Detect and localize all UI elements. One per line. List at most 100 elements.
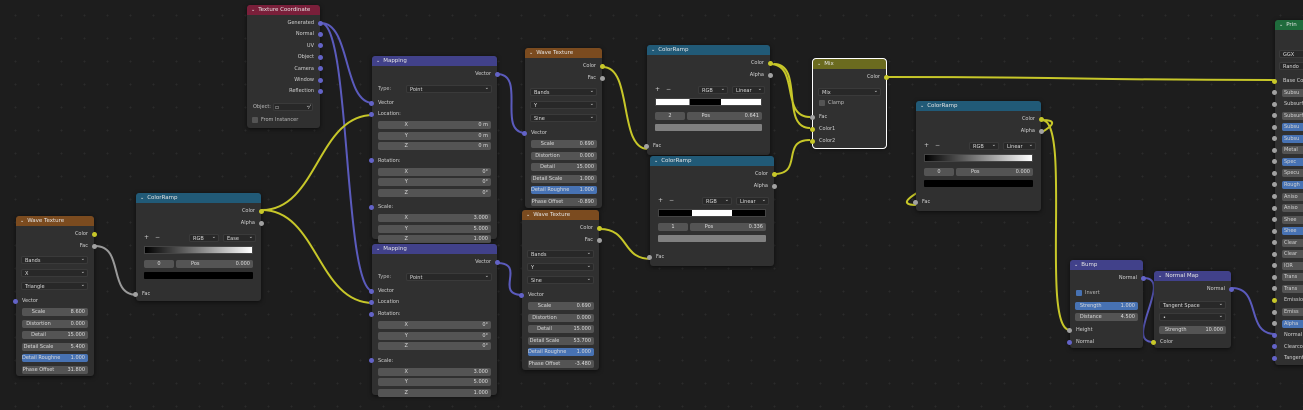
node-header[interactable]: ⌄ Wave Texture [16,216,94,226]
field-phase-offset[interactable]: Phase Offset 31.800 [22,366,88,374]
node-link[interactable] [773,63,811,129]
color-ramp-node[interactable]: ⌄ColorRamp Color Alpha +− RGB Linear 2 Pos 0.64… [644,45,773,155]
interpolation-dropdown[interactable]: Ease [223,234,256,242]
node-header[interactable]: ⌄ Wave Texture [522,210,599,220]
input-socket[interactable] [369,311,374,317]
field-detail[interactable]: Detail 15.000 [22,331,88,340]
bsdf-input-field[interactable]: Emiss [1282,308,1303,316]
rotation-x-field[interactable]: X 0° [378,167,491,176]
input-socket[interactable] [1067,327,1072,333]
stop-position-field[interactable]: Pos 0.641 [687,112,762,120]
collapse-chevron-icon[interactable]: ⌄ [1158,271,1162,281]
bsdf-input-field[interactable]: Subsurf [1282,100,1303,108]
bsdf-input-field[interactable]: Subsurfa [1282,111,1303,120]
add-stop-button[interactable]: + [655,86,660,93]
input-socket[interactable] [1272,205,1277,211]
output-socket[interactable] [318,31,323,37]
interpolation-dropdown[interactable]: Linear [732,86,765,94]
output-socket[interactable] [318,54,323,60]
strength-field[interactable]: Strength 1.000 [1075,302,1138,310]
input-socket[interactable] [1272,344,1277,350]
stop-index-field[interactable]: 0 [144,260,174,268]
type-dropdown[interactable]: Point [406,273,492,281]
output-socket[interactable] [772,171,777,177]
input-socket[interactable] [1272,182,1277,188]
direction-dropdown[interactable]: Y [530,101,597,109]
node-link[interactable] [94,245,138,296]
input-socket[interactable] [810,138,815,144]
bsdf-input-field[interactable]: Tangent [1282,354,1303,362]
rotation-y-field[interactable]: Y 0° [378,331,491,340]
input-socket[interactable] [369,158,374,163]
collapse-chevron-icon[interactable]: ⌄ [1279,20,1283,30]
bump-node[interactable]: ⌄ Bump Normal Invert Strength 1.000 Distan… [1067,260,1146,348]
input-socket[interactable] [1272,263,1277,269]
field-detail-roughne[interactable]: Detail Roughne 1.000 [22,354,88,363]
output-socket[interactable] [768,72,773,78]
remove-stop-button[interactable]: − [935,142,940,149]
input-socket[interactable] [369,288,374,294]
input-socket[interactable] [1272,78,1277,84]
output-socket[interactable] [92,231,97,237]
interpolation-dropdown[interactable]: Linear [1003,142,1036,150]
bsdf-input-field[interactable]: Shee [1282,215,1303,224]
mix-node[interactable]: ⌄Mix Color Mix Clamp Fac Color1 Color2 [810,58,889,149]
normal-map-node[interactable]: ⌄Normal Map Normal Tangent Space • Stren… [1151,271,1234,348]
stop-index-field[interactable]: 2 [655,112,685,120]
input-socket[interactable] [519,292,524,298]
field-detail-scale[interactable]: Detail Scale 5.400 [22,342,88,351]
collapse-chevron-icon[interactable]: ⌄ [140,193,144,203]
stop-color-swatch[interactable] [144,272,253,279]
wave-texture-node[interactable]: ⌄Wave Texture Color Fac Bands Y Sine Vector Sc… [519,210,602,370]
output-socket[interactable] [92,243,97,249]
bsdf-input-field[interactable]: Subsu [1282,123,1303,132]
color-mode-dropdown[interactable]: RGB [702,197,732,205]
color-ramp-node[interactable]: ⌄ColorRamp Color Alpha +− RGB Ease 0 Pos 0.000 F… [133,193,264,301]
field-phase-offset[interactable]: Phase Offset -3.480 [528,360,594,368]
remove-stop-button[interactable]: − [669,197,674,204]
input-socket[interactable] [1272,286,1277,292]
collapse-chevron-icon[interactable]: ⌄ [920,101,924,111]
field-scale[interactable]: Scale 0.690 [528,302,594,310]
clamp-checkbox[interactable] [819,100,825,106]
input-socket[interactable] [1272,355,1277,361]
bsdf-input-field[interactable]: Trans [1282,284,1303,293]
bsdf-input-field[interactable]: Clear [1282,238,1303,247]
distribution-dropdown[interactable]: GGX [1279,50,1303,58]
color-mode-dropdown[interactable]: RGB [969,142,999,150]
node-link[interactable] [769,63,811,118]
remove-stop-button[interactable]: − [155,234,160,241]
color-ramp-gradient[interactable] [658,209,766,217]
interpolation-dropdown[interactable]: Linear [736,197,769,205]
output-socket[interactable] [1229,286,1234,292]
input-socket[interactable] [1272,147,1277,153]
bsdf-input-field[interactable]: Emissio [1282,296,1303,304]
output-socket[interactable] [259,220,264,226]
output-socket[interactable] [597,225,602,231]
input-socket[interactable] [1272,297,1277,303]
input-socket[interactable] [522,130,527,136]
input-socket[interactable] [1272,136,1277,142]
bsdf-input-field[interactable]: Clearco [1282,343,1303,351]
input-socket[interactable] [1272,170,1277,176]
bsdf-input-field[interactable]: Base Co [1281,77,1303,85]
field-scale[interactable]: Scale 0.690 [531,140,597,148]
scale-x-field[interactable]: X 3.000 [378,214,491,222]
node-header[interactable]: ⌄ ColorRamp [647,45,770,55]
from-instancer-checkbox[interactable] [252,117,258,123]
type-dropdown[interactable]: Bands [21,256,88,264]
add-stop-button[interactable]: + [144,234,149,241]
bsdf-input-field[interactable]: Subsu [1282,134,1303,143]
collapse-chevron-icon[interactable]: ⌄ [651,45,655,55]
bsdf-input-field[interactable]: Aniso [1282,192,1303,201]
field-detail-roughne[interactable]: Detail Roughne 1.000 [531,186,597,195]
field-detail[interactable]: Detail 15.000 [528,325,594,334]
input-socket[interactable] [369,299,374,305]
direction-dropdown[interactable]: X [21,269,88,277]
field-detail-scale[interactable]: Detail Scale 53.700 [528,336,594,345]
output-socket[interactable] [600,63,605,69]
scale-y-field[interactable]: Y 5.000 [378,224,491,233]
location-y-field[interactable]: Y 0 m [378,131,491,140]
blend-type-dropdown[interactable]: Mix [818,88,881,96]
bsdf-input-field[interactable]: Aniso [1282,204,1303,213]
